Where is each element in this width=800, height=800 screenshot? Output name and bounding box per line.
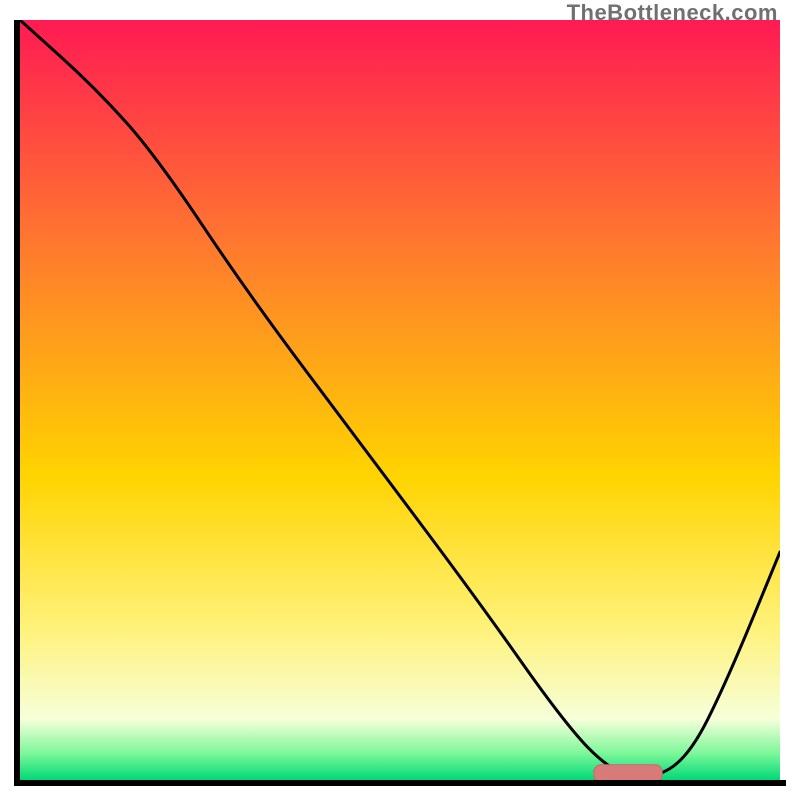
chart-frame: TheBottleneck.com — [0, 0, 800, 800]
plot-area — [20, 20, 780, 780]
optimal-range-marker — [594, 765, 662, 780]
chart-svg — [20, 20, 780, 780]
x-axis — [14, 780, 786, 786]
gradient-background — [20, 20, 780, 780]
